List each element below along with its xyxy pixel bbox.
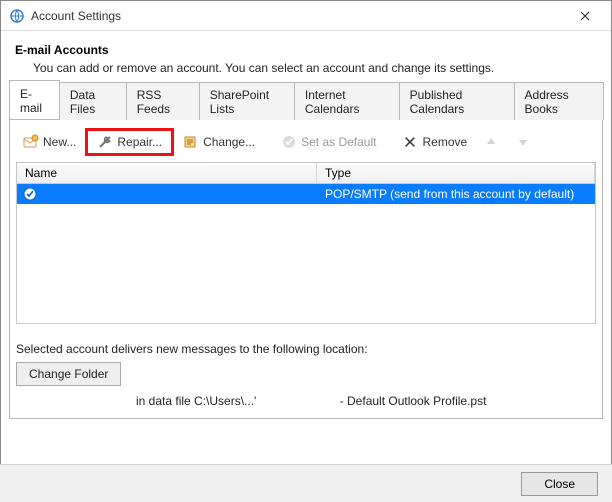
set-default-button: Set as Default xyxy=(274,131,383,153)
tab-address-books[interactable]: Address Books xyxy=(514,82,604,120)
close-icon xyxy=(580,11,590,21)
header-section: E-mail Accounts You can add or remove an… xyxy=(1,31,611,75)
accounts-list[interactable]: POP/SMTP (send from this account by defa… xyxy=(16,184,596,324)
column-type[interactable]: Type xyxy=(317,163,595,183)
set-default-label: Set as Default xyxy=(301,135,376,149)
section-subtitle: You can add or remove an account. You ca… xyxy=(33,61,597,75)
new-label: New... xyxy=(43,135,76,149)
change-folder-button[interactable]: Change Folder xyxy=(16,362,121,386)
check-circle-icon xyxy=(281,134,297,150)
move-up-button xyxy=(476,131,506,153)
titlebar: Account Settings xyxy=(1,1,611,31)
column-name[interactable]: Name xyxy=(17,163,317,183)
account-row[interactable]: POP/SMTP (send from this account by defa… xyxy=(17,184,595,204)
tab-published-calendars[interactable]: Published Calendars xyxy=(399,82,515,120)
dialog-footer: Close xyxy=(0,464,612,502)
window-title: Account Settings xyxy=(31,9,565,23)
repair-button[interactable]: Repair... xyxy=(90,131,169,153)
remove-icon xyxy=(402,134,418,150)
delivery-path-suffix: - Default Outlook Profile.pst xyxy=(340,394,487,408)
repair-highlight: Repair... xyxy=(85,128,174,156)
arrow-down-icon xyxy=(515,134,531,150)
arrow-up-icon xyxy=(483,134,499,150)
section-title: E-mail Accounts xyxy=(15,43,597,57)
change-icon xyxy=(183,134,199,150)
toolbar: New... Repair... Change... xyxy=(16,126,596,162)
repair-icon xyxy=(97,134,113,150)
account-type: POP/SMTP (send from this account by defa… xyxy=(317,187,595,201)
remove-button[interactable]: Remove xyxy=(395,131,474,153)
delivery-path-prefix: in data file C:\Users\...' xyxy=(136,394,256,408)
accounts-header: Name Type xyxy=(16,162,596,184)
repair-label: Repair... xyxy=(117,135,162,149)
app-icon xyxy=(9,8,25,24)
tab-email[interactable]: E-mail xyxy=(9,80,60,119)
tab-data-files[interactable]: Data Files xyxy=(59,82,127,120)
tab-panel-email: New... Repair... Change... xyxy=(9,119,603,419)
move-down-button xyxy=(508,131,538,153)
delivery-location-label: Selected account delivers new messages t… xyxy=(16,342,596,356)
default-check-icon xyxy=(23,187,37,201)
change-button[interactable]: Change... xyxy=(176,131,262,153)
window-close-button[interactable] xyxy=(565,2,605,30)
remove-label: Remove xyxy=(422,135,467,149)
tab-sharepoint-lists[interactable]: SharePoint Lists xyxy=(199,82,295,120)
new-button[interactable]: New... xyxy=(16,131,83,153)
change-label: Change... xyxy=(203,135,255,149)
tabs: E-mail Data Files RSS Feeds SharePoint L… xyxy=(9,93,603,119)
close-button[interactable]: Close xyxy=(521,472,598,496)
new-mail-icon xyxy=(23,134,39,150)
delivery-location-block: Selected account delivers new messages t… xyxy=(16,342,596,408)
tab-internet-calendars[interactable]: Internet Calendars xyxy=(294,82,400,120)
tab-rss-feeds[interactable]: RSS Feeds xyxy=(126,82,200,120)
